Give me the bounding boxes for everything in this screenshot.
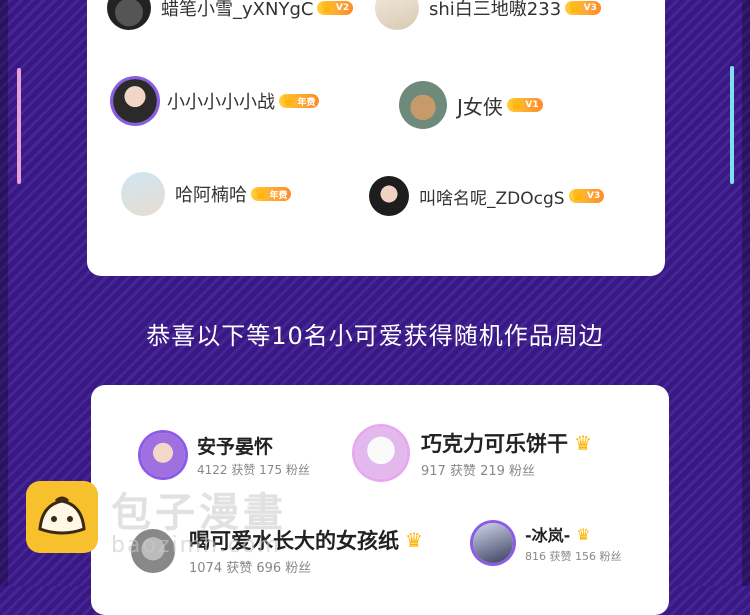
user-stats: 917 获赞 219 粉丝 [421,463,536,479]
crown-icon: ♛ [509,96,524,114]
bun-icon [38,496,86,535]
vip-badge: ♛ V3 [565,0,601,17]
watermark-text: 包子漫畫 [111,490,287,536]
user-name: shi白三地嗷233 [429,0,562,20]
user-name: J女侠 [457,94,503,119]
user-entry[interactable]: shi白三地嗷233 ♛ V3 [375,0,601,30]
user-entry[interactable]: J女侠 ♛ V1 [399,81,543,129]
vip-badge: ♛ V1 [506,96,543,114]
right-edge [742,0,750,586]
crown-icon: ♛ [405,528,423,552]
user-entry[interactable]: -冰岚- ♛ 816 获赞 156 粉丝 [473,522,621,564]
user-entry[interactable]: 小小小小小战 ♛ 年费 [113,79,320,123]
anime-boy-avatar [473,523,513,563]
winners-card-top: 蜡笔小雪_yXNYgC ♛ V2 shi白三地嗷233 ♛ V3 小小小小小战 ♛ 年… [87,0,665,276]
crown-icon: ♛ [571,187,585,205]
masked-girl-avatar [113,79,157,123]
girl-avatar [369,176,409,216]
crown-icon: ♛ [282,92,296,110]
user-entry[interactable]: 蜡笔小雪_yXNYgC ♛ V2 [107,0,354,30]
vip-badge: ♛ V2 [317,0,354,17]
user-name: 哈阿楠哈 [175,185,247,206]
user-entry[interactable]: 哈阿楠哈 ♛ 年费 [121,172,292,216]
vip-badge: ♛ V3 [568,187,605,205]
crown-icon: ♛ [568,0,582,17]
right-glow-bar [730,66,734,184]
user-stats: 1074 获赞 696 粉丝 [189,561,312,576]
anime-boy-avatar [121,172,165,216]
user-entry[interactable]: 巧克力可乐饼干 ♛ 917 获赞 219 粉丝 [355,427,592,479]
user-name: 巧克力可乐饼干 [421,431,568,456]
user-name: -冰岚- [525,526,571,545]
user-name: 蜡笔小雪_yXNYgC [161,0,314,20]
watermark-url: baozimh.com [111,533,281,558]
crown-icon: ♛ [574,430,592,455]
crown-icon: ♛ [320,0,334,17]
left-edge [0,0,8,586]
user-stats: 4122 获赞 175 粉丝 [197,463,310,477]
anime-avatar [375,0,419,30]
user-name: 叫啥名呢_ZDOcgS [419,188,565,209]
annual-badge: ♛ 年费 [251,185,292,203]
user-stats: 816 获赞 156 粉丝 [525,550,622,563]
sketch-avatar [355,427,407,479]
purple-frame-avatar [141,433,185,477]
user-entry[interactable]: 安予晏怀 4122 获赞 175 粉丝 [141,432,310,478]
cat-avatar [399,81,447,129]
user-name: 安予晏怀 [197,436,274,458]
user-entry[interactable]: 叫啥名呢_ZDOcgS ♛ V3 [369,176,605,216]
annual-badge: ♛ 年费 [279,92,320,110]
user-name: 小小小小小战 [167,92,275,113]
cat-avatar [107,0,151,30]
crown-icon: ♛ [576,524,591,544]
watermark-logo [26,481,98,553]
left-glow-bar [17,68,21,184]
crown-icon: ♛ [254,185,268,203]
winners-banner: 恭喜以下等10名小可爱获得随机作品周边 [146,322,604,350]
